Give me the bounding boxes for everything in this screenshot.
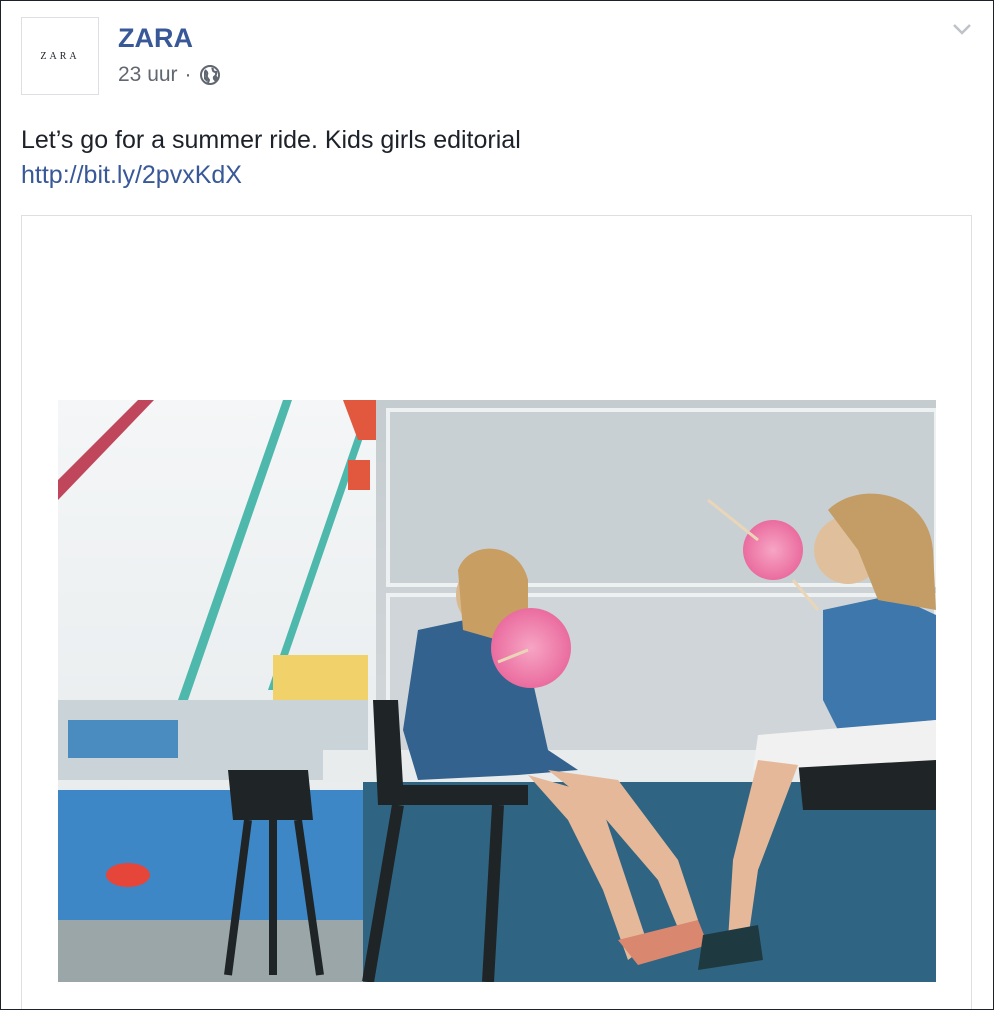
- post-caption: Let’s go for a summer ride. Kids girls e…: [21, 126, 521, 154]
- post-message: Let’s go for a summer ride. Kids girls e…: [21, 123, 521, 193]
- chevron-down-icon[interactable]: [951, 21, 973, 37]
- post-meta: 23 uur ·: [118, 63, 221, 87]
- zara-logo: ZARA: [40, 50, 80, 62]
- post-timestamp[interactable]: 23 uur: [118, 63, 178, 87]
- meta-separator: ·: [184, 63, 192, 86]
- page-avatar[interactable]: ZARA: [21, 17, 99, 95]
- post-link[interactable]: http://bit.ly/2pvxKdX: [21, 158, 521, 193]
- editorial-photo: [58, 400, 936, 982]
- facebook-post: ZARA ZARA 23 uur · Let’s go for a summer…: [0, 0, 994, 1010]
- link-attachment[interactable]: [21, 215, 972, 1009]
- page-name-link[interactable]: ZARA: [118, 23, 193, 54]
- globe-icon[interactable]: [199, 64, 221, 86]
